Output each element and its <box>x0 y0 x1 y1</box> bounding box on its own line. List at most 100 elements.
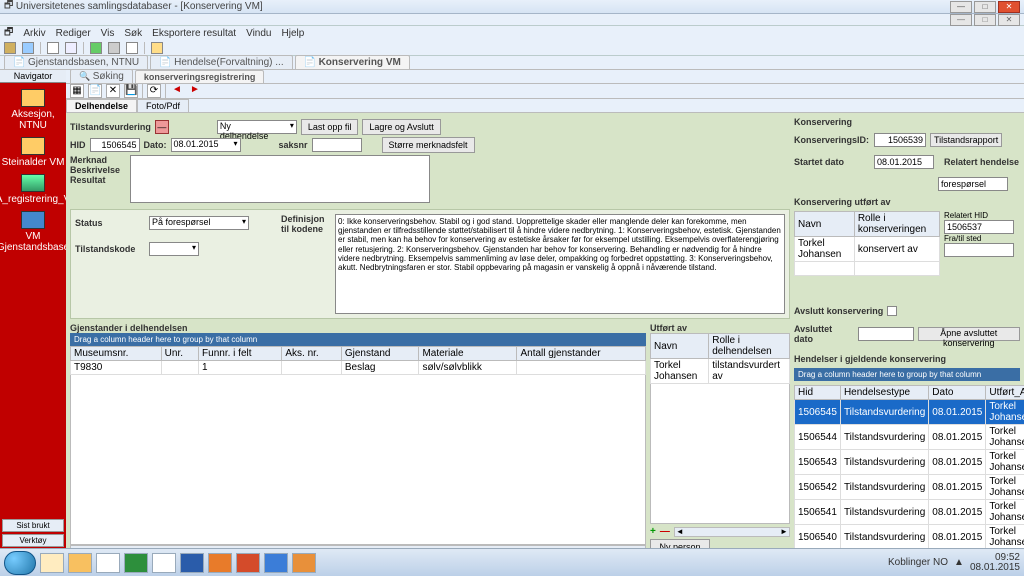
nav-sist-brukt[interactable]: Sist brukt <box>2 519 64 532</box>
hid-input[interactable] <box>90 138 140 152</box>
taskbar-app[interactable] <box>96 553 120 573</box>
tb-copy-icon[interactable] <box>47 42 59 54</box>
saksnr-label: saksnr <box>279 140 308 150</box>
st-next-icon[interactable]: ► <box>188 84 202 98</box>
avslutt-label: Avslutt konservering <box>794 306 883 316</box>
merknad-label: Merknad Beskrivelse Resultat <box>70 155 126 185</box>
tb-paste-icon[interactable] <box>65 42 77 54</box>
mdi-min[interactable]: — <box>950 14 972 26</box>
subtab-fotopdf[interactable]: Foto/Pdf <box>137 99 189 112</box>
saksnr-input[interactable] <box>312 138 362 152</box>
st-x-icon[interactable]: ✕ <box>106 84 120 98</box>
st-prev-icon[interactable]: ◄ <box>170 84 184 98</box>
avslutt-checkbox[interactable] <box>887 306 897 316</box>
st-save-icon[interactable]: 💾 <box>124 84 138 98</box>
ny-delhendelse-select[interactable]: Ny delhendelse <box>217 120 297 134</box>
min-button[interactable]: — <box>950 1 972 13</box>
utfort-scroll[interactable]: ◄► <box>674 527 790 537</box>
mdi-close[interactable]: ✕ <box>998 14 1020 26</box>
st-doc-icon[interactable]: 📄 <box>88 84 102 98</box>
tb-excel-icon[interactable] <box>90 42 102 54</box>
lastopp-button[interactable]: Last opp fil <box>301 119 359 135</box>
relhid-input[interactable] <box>944 220 1014 234</box>
menu-vindu[interactable]: Vindu <box>246 28 271 39</box>
tray-lang[interactable]: Koblinger NO <box>888 557 948 568</box>
taskbar-app[interactable] <box>124 553 148 573</box>
st-new-icon[interactable]: ▦ <box>70 84 84 98</box>
konsid-input[interactable] <box>874 133 926 147</box>
status-label: Status <box>75 218 145 228</box>
heading: Tilstandsvurdering <box>70 122 151 132</box>
storre-button[interactable]: Større merknadsfelt <box>382 137 475 153</box>
konsid-label: KonserveringsID: <box>794 135 870 145</box>
tab-gjenstandsbasen[interactable]: 📄 Gjenstandsbasen, NTNU <box>4 55 148 69</box>
defin-label: Definisjon til kodene <box>281 214 331 314</box>
menubar: 🗗 Arkiv Rediger Vis Søk Eksportere resul… <box>0 26 1024 40</box>
merknad-input[interactable] <box>130 155 430 203</box>
nav-aksesjon[interactable]: Aksesjon, NTNU <box>0 89 66 131</box>
mdi-max[interactable]: □ <box>974 14 996 26</box>
relatert-input[interactable] <box>938 177 1008 191</box>
taskbar-app[interactable] <box>152 553 176 573</box>
dato-select[interactable]: 08.01.2015 <box>171 138 241 152</box>
st-refresh-icon[interactable]: ⟳ <box>147 84 161 98</box>
utfortav-table[interactable]: NavnRolle i konserveringen Torkel Johans… <box>794 211 940 276</box>
menu-vis[interactable]: Vis <box>101 28 115 39</box>
taskbar-app[interactable] <box>68 553 92 573</box>
lagre-button[interactable]: Lagre og Avslutt <box>362 119 440 135</box>
taskbar-app[interactable] <box>208 553 232 573</box>
tb-tool-icon[interactable] <box>151 42 163 54</box>
fratil-input[interactable] <box>944 243 1014 257</box>
remove-icon[interactable]: — <box>660 526 670 537</box>
hendelser-table[interactable]: HidHendelsestypeDato Utført_AvVedlegg. 1… <box>794 385 1024 550</box>
obj-table[interactable]: Museumsnr.Unr.Funnr. i felt Aks. nr.Gjen… <box>70 346 646 375</box>
subtab-delhendelse[interactable]: Delhendelse <box>66 99 137 112</box>
tray-flag-icon[interactable]: ▲ <box>954 557 964 568</box>
table-row: T98301 Beslagsølv/sølvblikk <box>71 361 646 375</box>
table-row: 1506544Tilstandsvurdering08.01.2015Torke… <box>795 425 1024 450</box>
nav-steinalder[interactable]: Steinalder VM <box>2 137 65 168</box>
add-icon[interactable]: + <box>650 526 656 537</box>
tab-hendelse[interactable]: 📄 Hendelse(Forvaltning) ... <box>150 55 292 69</box>
tray-clock[interactable]: 09:5208.01.2015 <box>970 553 1020 573</box>
taskbar-app[interactable] <box>264 553 288 573</box>
table-row: 1506542Tilstandsvurdering08.01.2015Torke… <box>795 475 1024 500</box>
startet-label: Startet dato <box>794 157 870 167</box>
menu-hjelp[interactable]: Hjelp <box>282 28 305 39</box>
nav-verktoy[interactable]: Verktøy <box>2 534 64 547</box>
taskbar-app[interactable] <box>292 553 316 573</box>
tb-open-icon[interactable] <box>4 42 16 54</box>
collapse-button[interactable]: — <box>155 120 169 134</box>
app-title: Universitetenes samlingsdatabaser - [Kon… <box>16 1 263 12</box>
startet-input[interactable] <box>874 155 934 169</box>
taskbar-app[interactable] <box>236 553 260 573</box>
status-select[interactable]: På forespørsel <box>149 216 249 230</box>
start-button[interactable] <box>4 551 36 575</box>
table-row: 1506543Tilstandsvurdering08.01.2015Torke… <box>795 450 1024 475</box>
max-button[interactable]: □ <box>974 1 996 13</box>
menu-arkiv[interactable]: Arkiv <box>23 28 45 39</box>
menu-rediger[interactable]: Rediger <box>56 28 91 39</box>
tb-print-icon[interactable] <box>126 42 138 54</box>
taskbar-app[interactable] <box>40 553 64 573</box>
nav-gjenstandsbase[interactable]: VM Gjenstandsbase <box>0 211 69 253</box>
apne-button[interactable]: Åpne avsluttet konservering <box>918 327 1020 341</box>
tb-edit-icon[interactable] <box>22 42 34 54</box>
tab-konservering[interactable]: 📄 Konservering VM <box>295 55 410 69</box>
sub-toolbar: ▦ 📄 ✕ 💾 ⟳ ◄ ► <box>66 84 1024 99</box>
relhid-label: Relatert HID <box>944 211 1020 220</box>
avsluttet-input[interactable] <box>858 327 914 341</box>
rapport-button[interactable]: Tilstandsrapport <box>930 133 1002 147</box>
taskbar-app[interactable] <box>180 553 204 573</box>
fratil-label: Fra/til sted <box>944 234 1020 243</box>
close-button[interactable]: ✕ <box>998 1 1020 13</box>
utfort-table[interactable]: NavnRolle i delhendelsen Torkel Johansen… <box>650 333 790 384</box>
table-row: 1506540Tilstandsvurdering08.01.2015Torke… <box>795 525 1024 550</box>
dato-label: Dato: <box>144 140 167 150</box>
tb-txt-icon[interactable] <box>108 42 120 54</box>
menu-eksport[interactable]: Eksportere resultat <box>152 28 236 39</box>
menu-sok[interactable]: Søk <box>124 28 142 39</box>
tab-reg[interactable]: konserveringsregistrering <box>135 70 265 83</box>
tab-soking[interactable]: 🔍 Søking <box>70 69 133 83</box>
tilstand-select[interactable] <box>149 242 199 256</box>
